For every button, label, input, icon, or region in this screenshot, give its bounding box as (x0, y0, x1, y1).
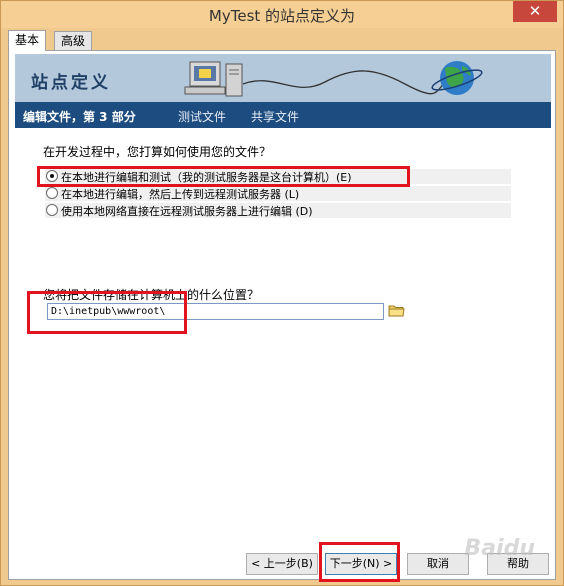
cancel-button[interactable]: 取消 (407, 553, 469, 575)
radio-button[interactable] (46, 187, 58, 199)
option-label: 在本地进行编辑和测试（我的测试服务器是这台计算机）(E) (61, 171, 352, 184)
watermark: Baidu (464, 536, 535, 561)
location-question: 您将把文件存储在计算机上的什么位置？ (43, 288, 260, 302)
option-label: 使用本地网络直接在远程测试服务器上进行编辑 (D) (61, 205, 313, 218)
local-folder-path-input[interactable]: D:\inetpub\wwwroot\ (47, 303, 384, 320)
option-edit-remote-direct[interactable]: 使用本地网络直接在远程测试服务器上进行编辑 (D) (45, 203, 511, 218)
current-step-label: 编辑文件，第 3 部分 (23, 110, 136, 124)
wizard-banner: 站点定义 (15, 54, 551, 102)
wizard-step-bar: 编辑文件，第 3 部分 测试文件 共享文件 (15, 102, 551, 128)
option-label: 在本地进行编辑，然后上传到远程测试服务器 (L) (61, 188, 300, 201)
back-button[interactable]: < 上一步(B) (246, 553, 318, 575)
site-definition-window: MyTest 的站点定义为 ✕ 基本 高级 站点定义 编辑文件，第 3 部分 测… (0, 0, 564, 586)
browse-folder-icon[interactable] (388, 303, 405, 318)
step-testing-files[interactable]: 测试文件 (178, 108, 226, 125)
globe-icon (431, 61, 483, 95)
usage-question: 在开发过程中，您打算如何使用您的文件？ (43, 145, 272, 159)
title-bar[interactable]: MyTest 的站点定义为 ✕ (1, 1, 563, 28)
tab-basic[interactable]: 基本 (8, 30, 47, 51)
radio-button-selected[interactable] (46, 170, 58, 182)
next-button[interactable]: 下一步(N) > (325, 553, 397, 575)
step-sharing-files[interactable]: 共享文件 (251, 108, 299, 125)
banner-illustration (184, 61, 483, 97)
option-edit-test-local[interactable]: 在本地进行编辑和测试（我的测试服务器是这台计算机）(E) (45, 169, 511, 184)
tab-strip: 基本 高级 (8, 30, 556, 51)
option-edit-local-upload[interactable]: 在本地进行编辑，然后上传到远程测试服务器 (L) (45, 186, 511, 201)
radio-button[interactable] (46, 204, 58, 216)
tab-advanced[interactable]: 高级 (54, 31, 93, 50)
window-title: MyTest 的站点定义为 (208, 7, 356, 25)
computer-icon (184, 61, 243, 97)
close-button[interactable]: ✕ (513, 1, 557, 22)
tab-panel: 站点定义 编辑文件，第 3 部分 测试文件 共享文件 在开发过程中，您打算如何使… (8, 50, 556, 582)
